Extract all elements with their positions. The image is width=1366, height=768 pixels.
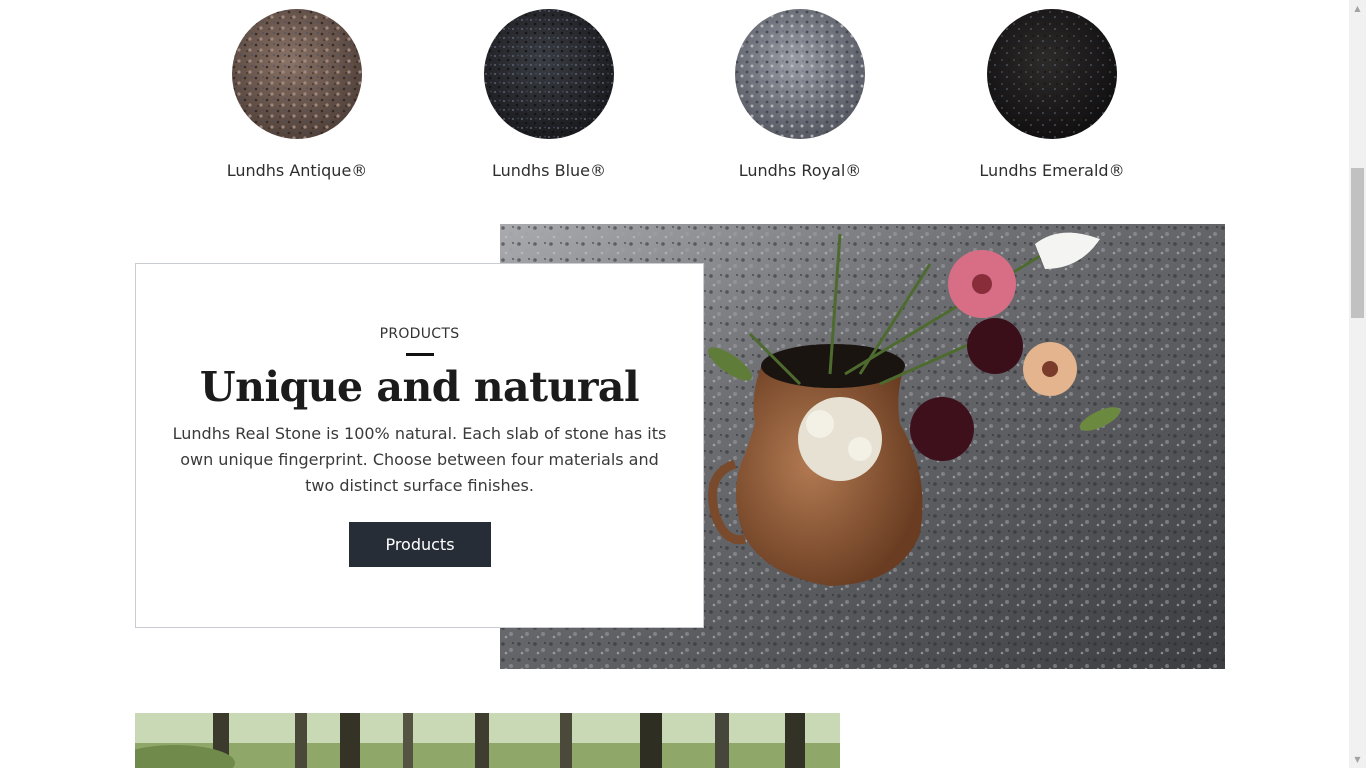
products-button[interactable]: Products [349,522,491,567]
material-swatch-antique[interactable] [232,9,362,139]
section-title: Unique and natural [199,363,640,411]
eyebrow-divider [406,353,434,356]
material-label-blue[interactable]: Lundhs Blue® [429,160,669,182]
vertical-scrollbar[interactable]: ▲ ▼ [1349,0,1366,768]
scrollbar-thumb[interactable] [1351,168,1364,318]
material-label-royal[interactable]: Lundhs Royal® [680,160,920,182]
scroll-down-arrow-icon[interactable]: ▼ [1349,751,1366,768]
scroll-up-arrow-icon[interactable]: ▲ [1349,0,1366,17]
page: Lundhs Antique® Lundhs Blue® Lundhs Roya… [0,0,1349,768]
material-label-antique[interactable]: Lundhs Antique® [177,160,417,182]
feature-card: PRODUCTS Unique and natural Lundhs Real … [135,263,704,628]
material-swatch-royal[interactable] [735,9,865,139]
section-description: Lundhs Real Stone is 100% natural. Each … [172,424,667,495]
material-label-emerald[interactable]: Lundhs Emerald® [932,160,1172,182]
forest-image [135,713,840,768]
section-eyebrow: PRODUCTS [379,326,460,342]
material-swatch-emerald[interactable] [987,9,1117,139]
material-swatch-blue[interactable] [484,9,614,139]
